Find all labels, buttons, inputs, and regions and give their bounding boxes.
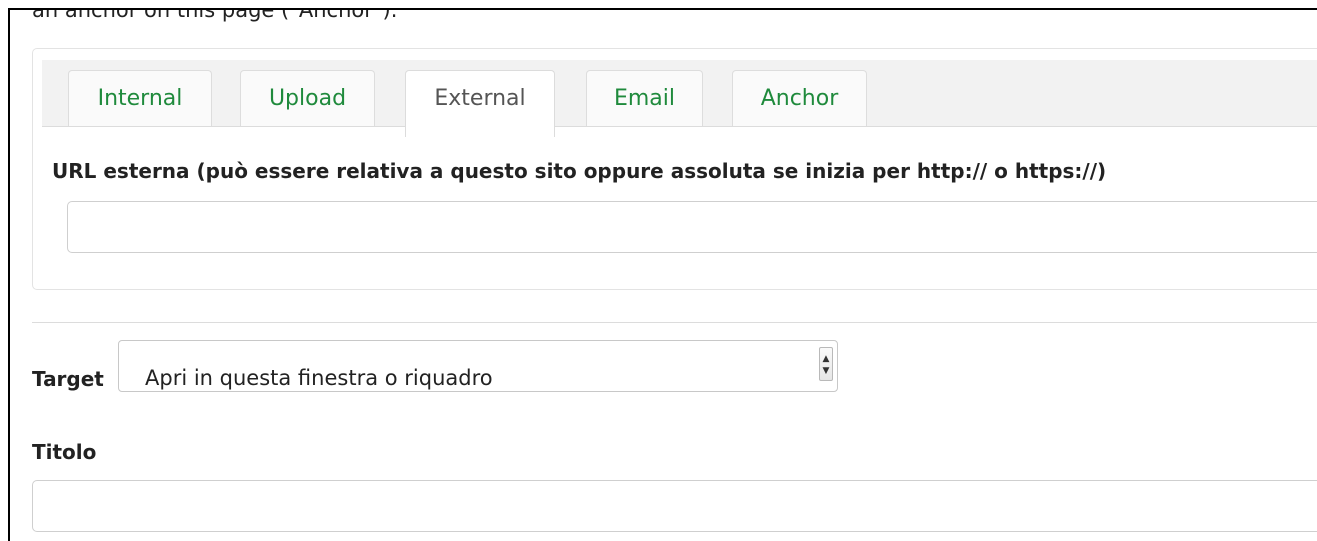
link-dialog: an anchor on this page ("Anchor"). Inter…: [8, 8, 1317, 541]
section-divider: [32, 322, 1317, 323]
intro-text: an anchor on this page ("Anchor").: [32, 8, 398, 22]
link-type-panel: Internal Upload External Email Anchor UR…: [32, 48, 1317, 290]
tab-anchor[interactable]: Anchor: [732, 70, 867, 126]
target-label: Target: [32, 367, 104, 391]
target-select[interactable]: Apri in questa finestra o riquadro ▲ ▼: [118, 340, 838, 392]
tab-upload-label: Upload: [268, 86, 347, 111]
titolo-label: Titolo: [32, 440, 97, 464]
tab-email-label: Email: [613, 86, 676, 111]
tab-email[interactable]: Email: [586, 70, 703, 126]
tab-bar: Internal Upload External Email Anchor: [42, 60, 1317, 137]
titolo-input[interactable]: [32, 480, 1317, 532]
tab-upload[interactable]: Upload: [240, 70, 375, 126]
target-select-value: Apri in questa finestra o riquadro: [145, 366, 493, 390]
tab-external-label: External: [434, 86, 526, 111]
tab-anchor-label: Anchor: [760, 86, 839, 111]
tab-internal[interactable]: Internal: [68, 70, 212, 126]
tab-external[interactable]: External: [405, 70, 555, 137]
external-url-label: URL esterna (può essere relativa a quest…: [52, 159, 1107, 183]
tab-internal-label: Internal: [97, 86, 183, 111]
select-arrows-icon: ▲ ▼: [819, 347, 833, 381]
external-url-input[interactable]: [67, 201, 1317, 253]
